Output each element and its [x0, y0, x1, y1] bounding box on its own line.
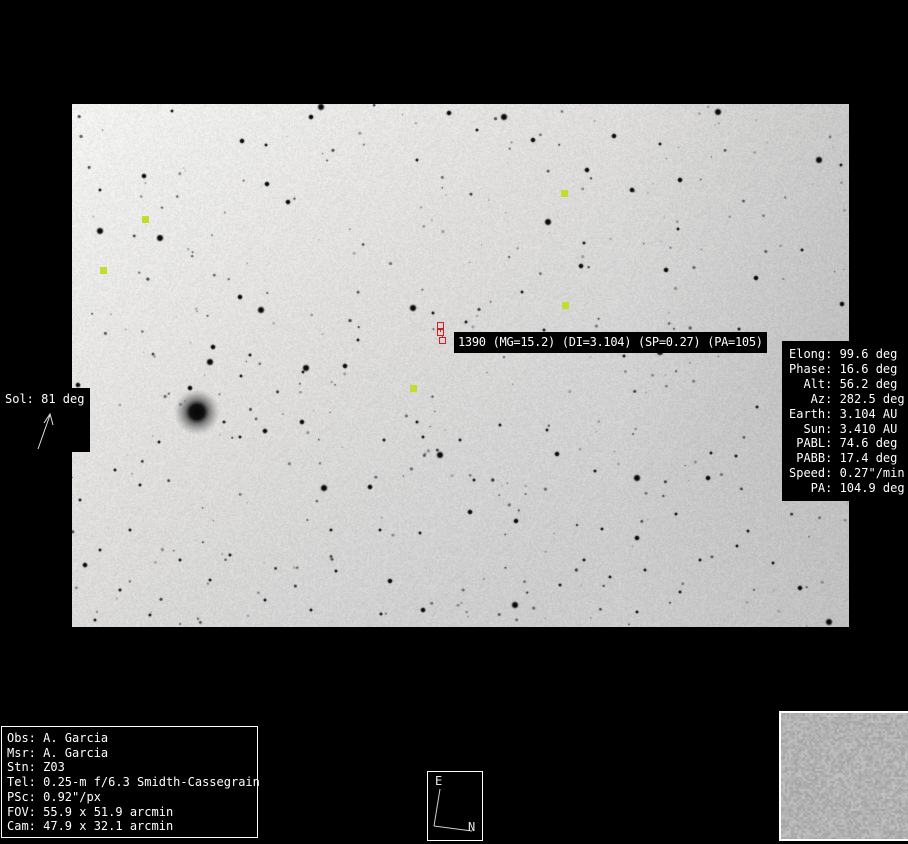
star-field-image[interactable]: [72, 104, 849, 627]
observer-line: Cam: 47.9 x 32.1 arcmin: [7, 819, 257, 834]
ephemeris-line: Az: 282.5 deg: [789, 392, 908, 407]
ephemeris-line: PABL: 74.6 deg: [789, 436, 908, 451]
ephemeris-line: PABB: 17.4 deg: [789, 451, 908, 466]
compass-rose: E N: [427, 771, 483, 841]
observer-line: PSc: 0.92"/px: [7, 790, 257, 805]
ephemeris-line: Earth: 3.104 AU: [789, 407, 908, 422]
ephemeris-line: Alt: 56.2 deg: [789, 377, 908, 392]
reference-star-marker: [100, 267, 107, 274]
ephemeris-line: Phase: 16.6 deg: [789, 362, 908, 377]
target-object-marker[interactable]: [437, 322, 444, 329]
ephemeris-line: Sun: 3.410 AU: [789, 422, 908, 437]
compass-north-label: N: [468, 820, 475, 834]
observer-line: FOV: 55.9 x 51.9 arcmin: [7, 805, 257, 820]
ephemeris-line: Speed: 0.27"/min: [789, 466, 908, 481]
ephemeris-line: Elong: 99.6 deg: [789, 347, 908, 362]
observer-line: Tel: 0.25-m f/6.3 Smidth-Cassegrain: [7, 775, 257, 790]
observer-line: Stn: Z03: [7, 760, 257, 775]
observer-line: Msr: A. Garcia: [7, 746, 257, 761]
object-label: 1390 (MG=15.2) (DI=3.104) (SP=0.27) (PA=…: [454, 332, 767, 353]
ephemeris-panel: Elong: 99.6 degPhase: 16.6 deg Alt: 56.2…: [782, 341, 908, 501]
reference-star-marker: [561, 190, 568, 197]
target-marker-tick: [442, 335, 443, 338]
observer-line: Obs: A. Garcia: [7, 731, 257, 746]
reference-star-marker: [562, 302, 569, 309]
target-object-marker[interactable]: [439, 337, 446, 344]
compass-east-label: E: [435, 774, 442, 788]
reference-star-marker: [142, 216, 149, 223]
screen: { "object_label": { "text": "1390 (MG=15…: [0, 0, 908, 844]
star-field-canvas[interactable]: [72, 104, 849, 627]
sun-direction-indicator: Sol: 81 deg: [0, 388, 90, 452]
ephemeris-line: PA: 104.9 deg: [789, 481, 908, 496]
observer-panel: Obs: A. GarciaMsr: A. GarciaStn: Z03Tel:…: [1, 726, 258, 838]
reference-star-marker: [410, 385, 417, 392]
sun-direction-arrow-icon: [0, 388, 90, 452]
zoom-thumbnail-canvas: [781, 713, 908, 839]
zoom-thumbnail: [779, 711, 908, 841]
